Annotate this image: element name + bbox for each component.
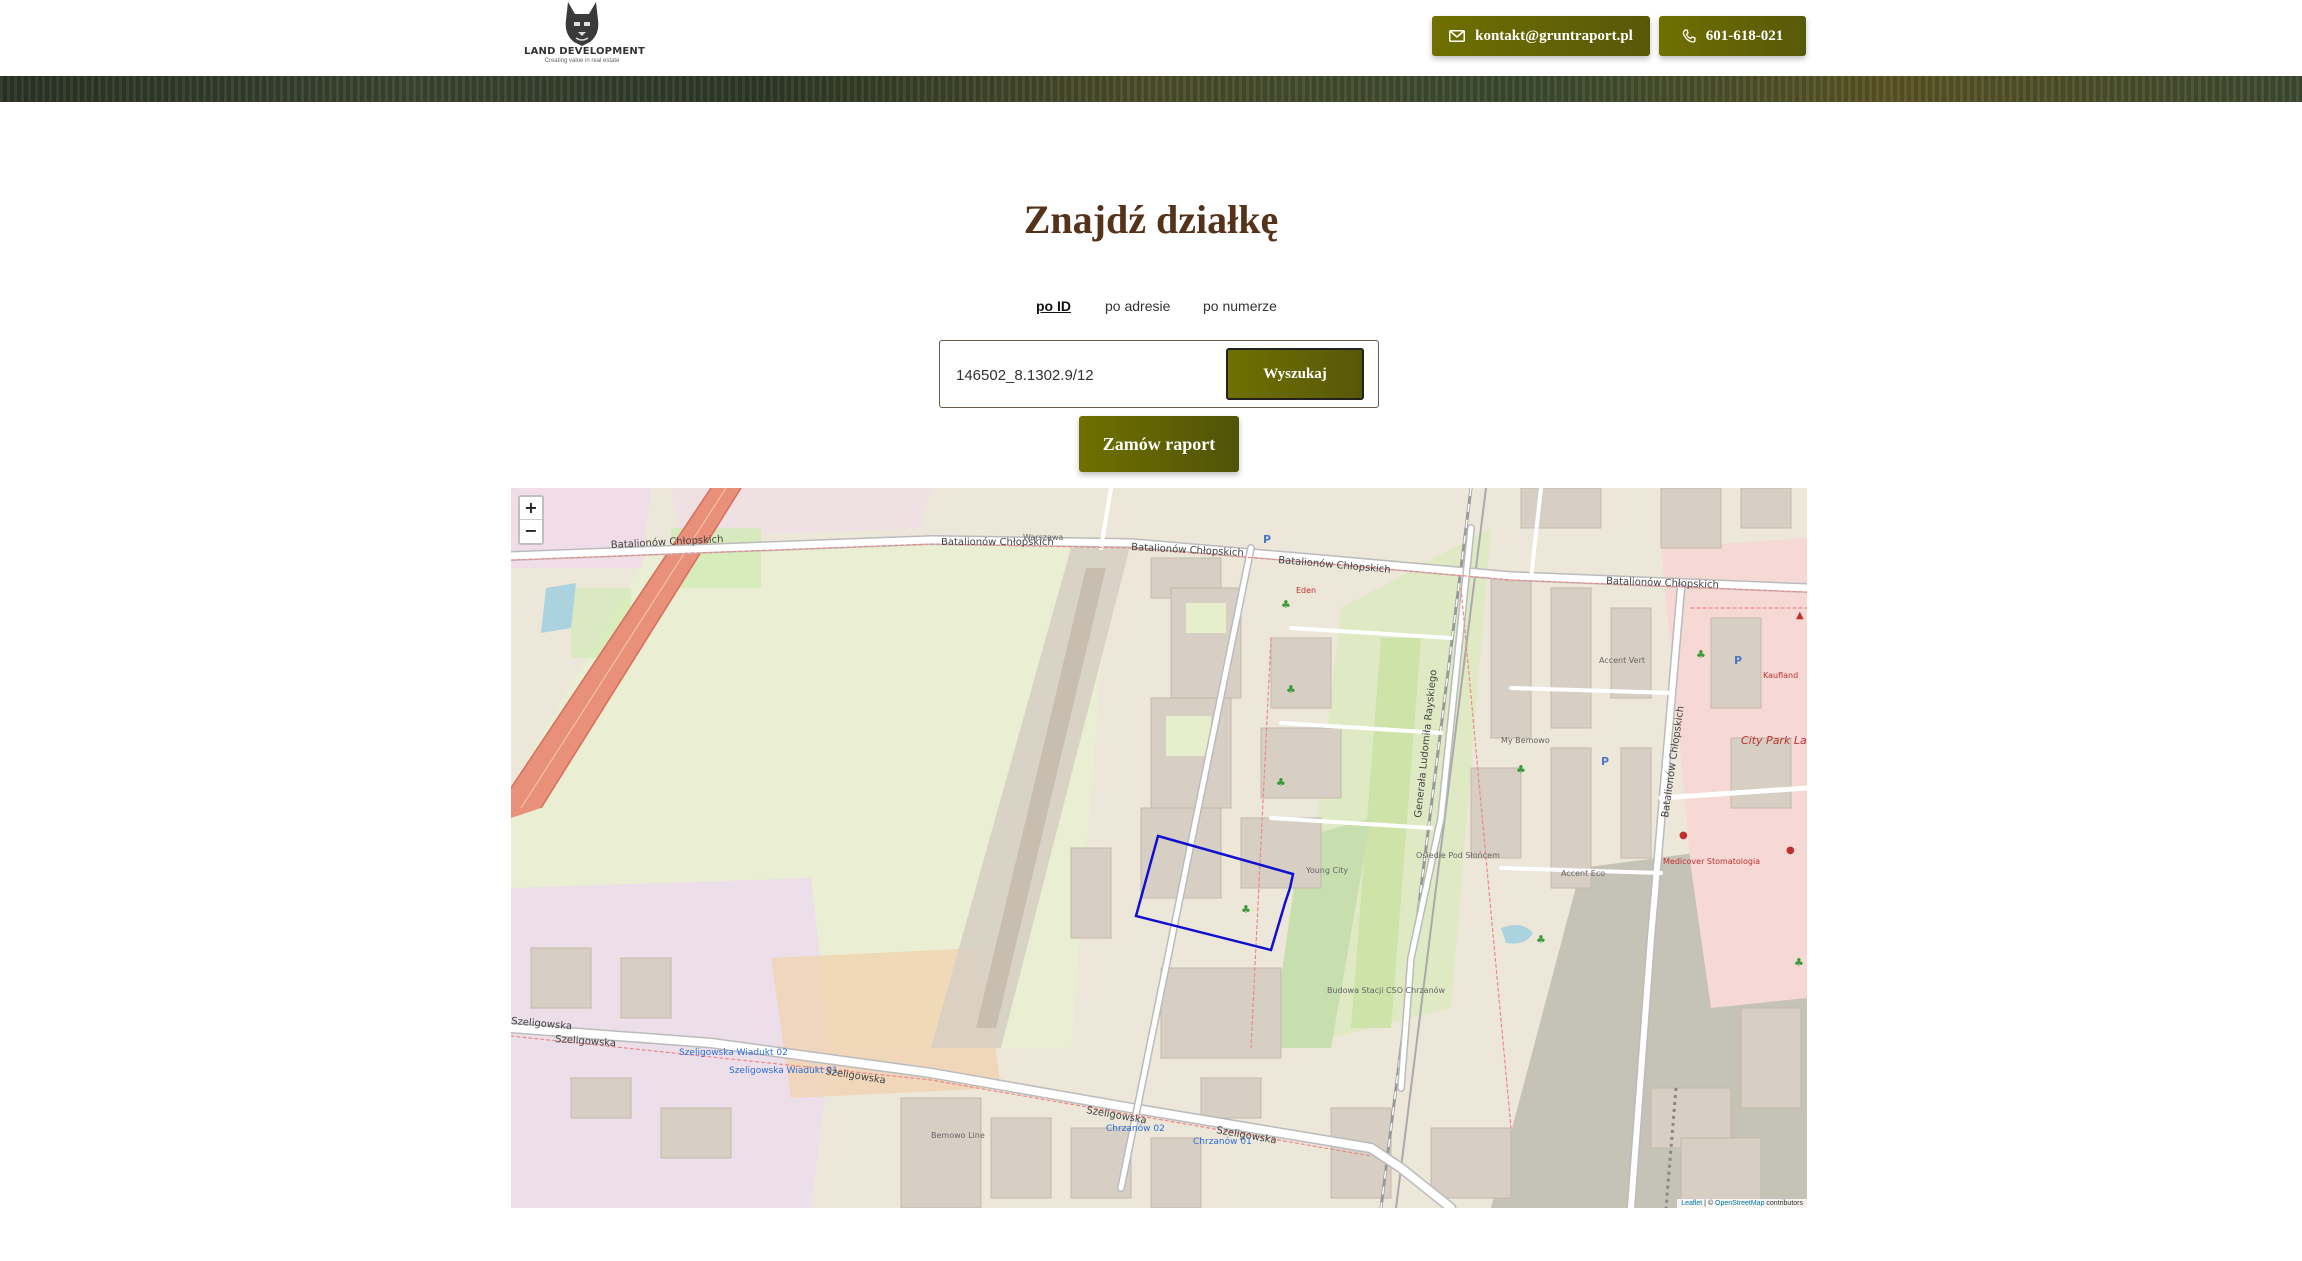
svg-text:▲: ▲ xyxy=(1796,610,1804,621)
phone-label: 601-618-021 xyxy=(1705,27,1784,44)
search-box: Wyszukaj xyxy=(939,340,1379,408)
tab-by-number[interactable]: po numerze xyxy=(1203,298,1277,314)
envelope-icon xyxy=(1449,30,1466,42)
tab-by-address[interactable]: po adresie xyxy=(1105,298,1170,314)
svg-text:♣: ♣ xyxy=(1281,598,1291,611)
search-button[interactable]: Wyszukaj xyxy=(1226,348,1364,400)
email-label: kontakt@gruntraport.pl xyxy=(1475,27,1633,44)
bus-stop-label: Chrzanów 01 xyxy=(1193,1136,1252,1147)
svg-text:P: P xyxy=(1734,654,1742,667)
attribution-suffix: contributors xyxy=(1764,1200,1803,1207)
bus-stop-label: Szeligowska Wiadukt 02 xyxy=(679,1048,788,1058)
district-label: Warszawa xyxy=(1023,533,1063,542)
place-label: My Bemowo xyxy=(1501,736,1550,745)
zoom-out-button[interactable]: − xyxy=(520,520,542,542)
zoom-control: + − xyxy=(518,495,544,545)
svg-text:●: ● xyxy=(1786,845,1795,856)
svg-text:♣: ♣ xyxy=(1696,648,1706,661)
attribution-separator: | © xyxy=(1702,1200,1716,1207)
place-label: Bemowo Line xyxy=(931,1131,985,1140)
email-button[interactable]: kontakt@gruntraport.pl xyxy=(1432,16,1650,56)
header-field-photo-strip xyxy=(0,76,2302,102)
svg-text:♣: ♣ xyxy=(1241,903,1251,916)
site-logo[interactable]: LAND DEVELOPMENT Creating value in real … xyxy=(524,0,645,70)
logo-subtitle: Creating value in real estate xyxy=(544,58,620,64)
place-label: Eden xyxy=(1296,586,1316,595)
phone-button[interactable]: 601-618-021 xyxy=(1659,16,1806,56)
place-label: Budowa Stacji CSO Chrzanów xyxy=(1327,985,1446,995)
svg-text:♣: ♣ xyxy=(1286,683,1296,696)
bus-stop-label: Chrzanów 02 xyxy=(1106,1123,1165,1134)
phone-icon xyxy=(1682,29,1696,43)
map-tiles[interactable]: Batalionów Chłopskich Batalionów Chłopsk… xyxy=(511,488,1807,1208)
page-title: Znajdź działkę xyxy=(1023,197,1279,242)
order-report-button[interactable]: Zamów raport xyxy=(1079,416,1239,472)
bus-stop-label: Szeligowska Wiadukt 01 xyxy=(729,1066,838,1076)
place-label: Young City xyxy=(1305,866,1348,875)
svg-text:P: P xyxy=(1263,533,1271,546)
tab-by-id[interactable]: po ID xyxy=(1036,298,1071,314)
place-label: Accent Vert xyxy=(1599,656,1645,665)
osm-link[interactable]: OpenStreetMap xyxy=(1715,1200,1764,1207)
dog-logo-icon xyxy=(565,2,599,46)
place-label: Kaufland xyxy=(1763,671,1798,680)
svg-text:P: P xyxy=(1601,755,1609,768)
site-header: LAND DEVELOPMENT Creating value in real … xyxy=(0,0,2302,76)
parcel-id-input[interactable] xyxy=(954,359,1208,391)
svg-text:♣: ♣ xyxy=(1536,933,1546,946)
svg-text:♣: ♣ xyxy=(1794,956,1804,969)
parcel-map[interactable]: Batalionów Chłopskich Batalionów Chłopsk… xyxy=(511,488,1807,1208)
svg-text:♣: ♣ xyxy=(1276,776,1286,789)
place-label: City Park Lazurowa xyxy=(1741,734,1807,747)
logo-title: LAND DEVELOPMENT xyxy=(524,46,645,57)
place-label: Medicover Stomatologia xyxy=(1663,857,1760,866)
svg-text:♣: ♣ xyxy=(1516,763,1526,776)
place-label: Osiedle Pod Słońcem xyxy=(1416,851,1500,860)
map-attribution: Leaflet | © OpenStreetMap contributors xyxy=(1677,1199,1807,1208)
svg-text:●: ● xyxy=(1679,830,1688,841)
leaflet-link[interactable]: Leaflet xyxy=(1681,1200,1702,1207)
place-label: Accent Eco xyxy=(1561,869,1605,878)
zoom-in-button[interactable]: + xyxy=(520,497,542,520)
